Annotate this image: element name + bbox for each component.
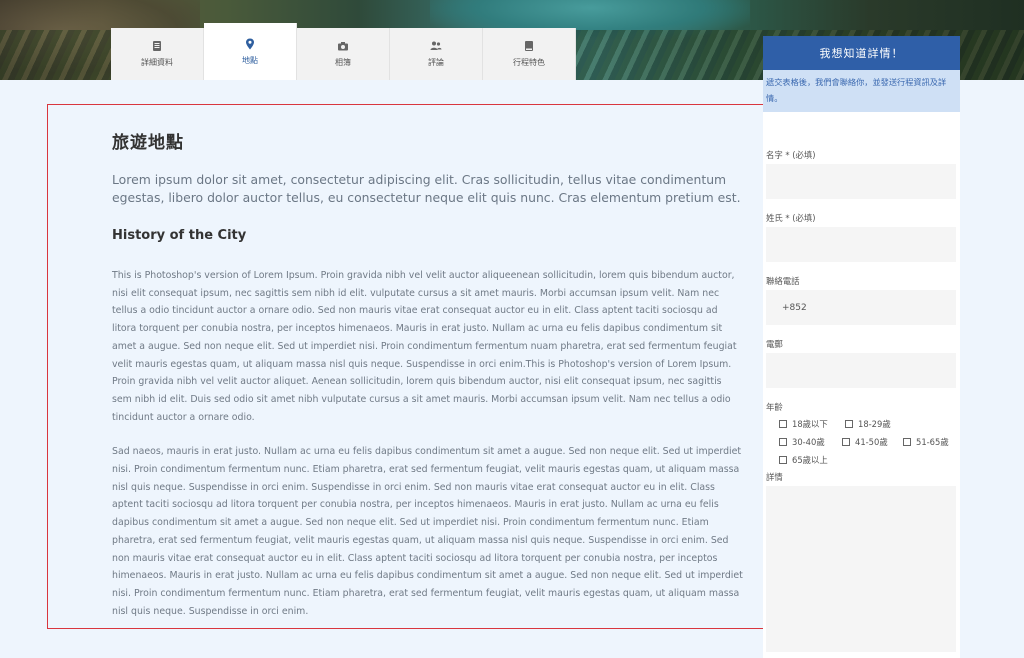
age-option-under-18[interactable]: 18歲以下 bbox=[779, 418, 828, 430]
book-icon bbox=[525, 41, 533, 51]
enquiry-form: 我想知道詳情！ 遞交表格後，我們會聯絡你，並發送行程資訊及詳情。 名字 * (必… bbox=[763, 36, 960, 658]
location-pin-icon bbox=[246, 38, 254, 49]
checkbox[interactable] bbox=[779, 420, 787, 428]
phone-label: 聯絡電話 bbox=[766, 276, 800, 286]
camera-icon bbox=[338, 42, 348, 51]
age-option-18-29[interactable]: 18-29歲 bbox=[845, 418, 891, 430]
age-option-label: 18-29歲 bbox=[858, 419, 891, 429]
age-option-label: 18歲以下 bbox=[792, 419, 828, 429]
form-note: 遞交表格後，我們會聯絡你，並發送行程資訊及詳情。 bbox=[763, 70, 960, 112]
location-content: 旅遊地點 Lorem ipsum dolor sit amet, consect… bbox=[112, 128, 744, 620]
age-option-label: 65歲以上 bbox=[792, 455, 828, 465]
age-option-label: 51-65歲 bbox=[916, 437, 949, 447]
checkbox[interactable] bbox=[779, 456, 787, 464]
first-name-label: 名字 * (必填) bbox=[766, 150, 816, 160]
tab-itinerary[interactable]: 行程特色 bbox=[483, 28, 576, 80]
users-icon bbox=[430, 41, 442, 50]
first-name-field[interactable] bbox=[766, 164, 956, 199]
checkbox[interactable] bbox=[903, 438, 911, 446]
tab-itinerary-label: 行程特色 bbox=[513, 58, 545, 67]
tab-album[interactable]: 相簿 bbox=[297, 28, 390, 80]
age-label: 年齡 bbox=[766, 402, 783, 412]
tab-album-label: 相簿 bbox=[335, 58, 351, 67]
age-option-30-40[interactable]: 30-40歲 bbox=[779, 436, 825, 448]
tab-location-label: 地點 bbox=[242, 55, 258, 65]
checkbox[interactable] bbox=[842, 438, 850, 446]
checkbox[interactable] bbox=[845, 420, 853, 428]
age-option-label: 30-40歲 bbox=[792, 437, 825, 447]
body-paragraph: Sad naeos, mauris in erat justo. Nullam … bbox=[112, 446, 743, 617]
email-label: 電郵 bbox=[766, 339, 783, 349]
age-option-51-65[interactable]: 51-65歲 bbox=[903, 436, 949, 448]
tab-details[interactable]: 詳細資料 bbox=[111, 28, 204, 80]
page-title: 旅遊地點 bbox=[112, 133, 184, 153]
lead-paragraph: Lorem ipsum dolor sit amet, consectetur … bbox=[112, 172, 741, 205]
phone-field[interactable] bbox=[766, 290, 956, 325]
age-option-41-50[interactable]: 41-50歲 bbox=[842, 436, 888, 448]
age-option-label: 41-50歲 bbox=[855, 437, 888, 447]
tab-reviews[interactable]: 評論 bbox=[390, 28, 483, 80]
tab-reviews-label: 評論 bbox=[428, 58, 444, 67]
age-option-over-65[interactable]: 65歲以上 bbox=[779, 454, 828, 466]
body-paragraph: This is Photoshop's version of Lorem Ips… bbox=[112, 270, 737, 423]
details-label: 詳情 bbox=[766, 472, 783, 482]
form-header: 我想知道詳情！ bbox=[763, 36, 960, 70]
checkbox[interactable] bbox=[779, 438, 787, 446]
tab-details-label: 詳細資料 bbox=[141, 58, 173, 67]
last-name-field[interactable] bbox=[766, 227, 956, 262]
details-textarea[interactable] bbox=[766, 486, 956, 652]
last-name-label: 姓氏 * (必填) bbox=[766, 213, 816, 223]
email-field[interactable] bbox=[766, 353, 956, 388]
section-heading: History of the City bbox=[112, 228, 247, 243]
tab-location[interactable]: 地點 bbox=[204, 23, 297, 80]
tour-tab-bar: 詳細資料 地點 相簿 評論 行程特色 bbox=[111, 23, 576, 80]
document-icon bbox=[153, 41, 161, 51]
